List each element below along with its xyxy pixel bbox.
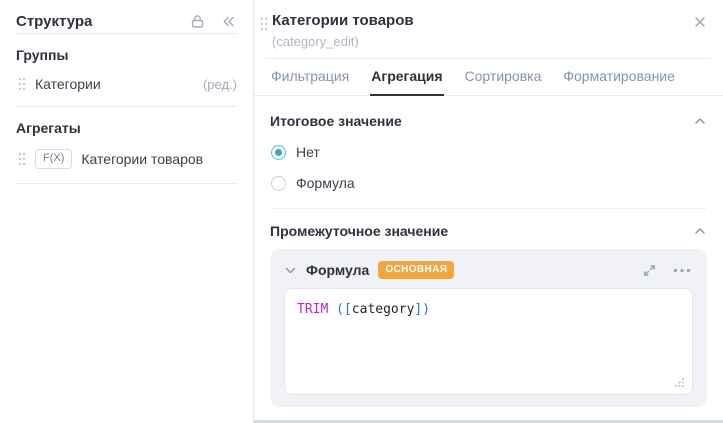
close-icon[interactable] xyxy=(693,15,707,29)
sidebar-divider xyxy=(16,106,237,107)
groups-section-label: Группы xyxy=(16,47,69,63)
structure-sidebar: Структура Группы Категории (ред.) Агрега… xyxy=(0,0,253,423)
chevron-down-icon[interactable] xyxy=(284,264,297,277)
radio-option-none[interactable]: Нет xyxy=(271,144,707,160)
panel-subtitle: (category_edit) xyxy=(272,34,359,49)
formula-editor[interactable]: TRIM ([category]) xyxy=(284,288,693,395)
resize-grip-icon[interactable] xyxy=(675,377,685,387)
aggregate-item-label: Категории товаров xyxy=(81,151,204,167)
total-value-section-header: Итоговое значение xyxy=(270,113,707,129)
group-item-label: Категории xyxy=(35,76,101,92)
aggregates-section-label: Агрегаты xyxy=(16,120,81,136)
radio-circle-icon[interactable] xyxy=(271,175,286,191)
drag-handle-icon[interactable] xyxy=(18,77,26,91)
sidebar-header: Структура xyxy=(0,0,253,33)
primary-badge: ОСНОВНАЯ xyxy=(378,261,455,279)
group-item-categories[interactable]: Категории (ред.) xyxy=(16,76,237,92)
drag-handle-icon[interactable] xyxy=(18,152,26,166)
drag-handle-icon[interactable] xyxy=(260,17,268,31)
sidebar-divider xyxy=(16,33,237,34)
tab-formatting[interactable]: Форматирование xyxy=(562,59,676,96)
radio-circle-checked-icon[interactable] xyxy=(271,144,286,160)
lock-icon[interactable] xyxy=(189,13,206,30)
formula-card-header: Формула ОСНОВНАЯ xyxy=(270,249,707,288)
app-window: Структура Группы Категории (ред.) Агрега… xyxy=(0,0,723,423)
section-divider xyxy=(270,208,707,209)
sidebar-title: Структура xyxy=(16,13,93,30)
panel-title: Категории товаров xyxy=(272,12,414,29)
aggregate-item-categories[interactable]: F(X) Категории товаров xyxy=(16,149,237,169)
more-options-icon[interactable] xyxy=(673,268,691,273)
tab-sorting[interactable]: Сортировка xyxy=(464,59,543,96)
collapse-sidebar-icon[interactable] xyxy=(220,13,237,30)
sidebar-divider xyxy=(16,183,237,184)
intermediate-value-title: Промежуточное значение xyxy=(270,223,449,239)
radio-label: Формула xyxy=(296,175,355,191)
radio-option-formula[interactable]: Формула xyxy=(271,175,707,191)
formula-code[interactable]: TRIM ([category]) xyxy=(285,289,692,330)
panel-header: Категории товаров (category_edit) xyxy=(254,0,723,49)
formula-card: Формула ОСНОВНАЯ TRIM ([category]) xyxy=(270,249,707,407)
expand-icon[interactable] xyxy=(642,263,657,278)
radio-label: Нет xyxy=(296,144,320,160)
formula-card-title: Формула xyxy=(306,262,370,278)
tab-filtering[interactable]: Фильтрация xyxy=(270,59,350,96)
chevron-up-icon[interactable] xyxy=(693,114,707,128)
formula-fx-badge: F(X) xyxy=(35,149,73,169)
total-value-title: Итоговое значение xyxy=(270,113,402,129)
tab-aggregation[interactable]: Агрегация xyxy=(370,59,444,96)
intermediate-value-section-header: Промежуточное значение xyxy=(270,223,707,239)
group-item-edit-link[interactable]: (ред.) xyxy=(203,77,237,92)
settings-tabs: Фильтрация Агрегация Сортировка Форматир… xyxy=(254,59,723,96)
chevron-up-icon[interactable] xyxy=(693,224,707,238)
field-settings-panel: Категории товаров (category_edit) Фильтр… xyxy=(254,0,723,423)
